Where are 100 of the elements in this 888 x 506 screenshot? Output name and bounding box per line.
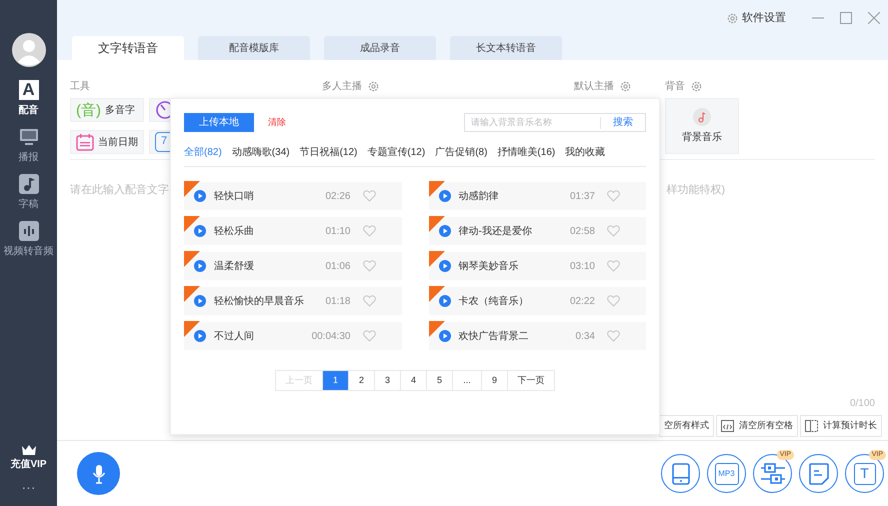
settings-icon[interactable] [368,80,379,92]
track-name: 钢琴美妙音乐 [458,260,520,274]
heart-icon[interactable] [607,330,620,342]
category-tab[interactable]: 抒情唯美(16) [497,145,556,160]
heart-icon[interactable] [362,295,376,307]
play-icon[interactable] [194,295,206,307]
play-icon[interactable] [438,330,450,342]
heart-icon[interactable] [607,295,620,307]
track-duration: 01:10 [325,224,350,238]
music-track-row[interactable]: 卡农（纯音乐） 02:22 [428,287,646,315]
microphone-button[interactable] [77,452,120,495]
heart-icon[interactable] [607,260,620,272]
vip-corner-icon [184,251,200,267]
settings-icon[interactable] [620,80,631,92]
vip-corner-icon [428,321,444,337]
sidebar-item[interactable]: 视频转音频 [4,221,54,259]
avatar[interactable] [12,33,46,67]
sidebar-item[interactable]: A 配音 [18,80,38,118]
feature-button[interactable] [799,454,838,493]
search-button[interactable]: 搜索 [600,116,645,128]
toggles-icon [760,462,784,484]
document-icon [808,462,828,484]
heart-icon[interactable] [607,225,620,237]
feature-button[interactable]: MP3 [707,454,746,493]
tool-button[interactable]: (音) 多音字 [70,98,144,122]
music-track-row[interactable]: 钢琴美妙音乐 03:10 [428,252,646,280]
heart-icon[interactable] [362,190,376,202]
play-icon[interactable] [438,225,450,237]
heart-icon[interactable] [607,190,620,202]
category-tab[interactable]: 广告促销(8) [435,145,488,160]
tab[interactable]: 文字转语音 [72,36,184,60]
play-icon[interactable] [194,225,206,237]
category-tab[interactable]: 专题宣传(12) [367,145,426,160]
calendar-icon [76,133,94,151]
track-duration: 03:10 [570,260,595,274]
music-track-row[interactable]: 动感韵律 01:37 [428,182,646,210]
page-button[interactable]: 9 [481,370,508,391]
next-page-button[interactable]: 下一页 [507,370,555,391]
upload-local-button[interactable]: 上传本地 [184,113,254,132]
heart-icon[interactable] [362,225,376,237]
settings-icon[interactable] [691,80,702,92]
close-icon[interactable] [868,12,880,24]
music-track-row[interactable]: 欢快广告背景二 0:34 [428,322,646,350]
play-icon[interactable] [194,330,206,342]
page-button[interactable]: ... [452,370,482,391]
category-tab[interactable]: 全部(82) [184,145,222,160]
track-name: 轻松愉快的早晨音乐 [214,294,305,308]
more-button[interactable]: ··· [22,480,36,494]
vip-corner-icon [428,286,444,302]
vip-corner-icon [184,286,200,302]
split-view-icon [805,420,818,432]
tab[interactable]: 配音模版库 [198,36,310,60]
text-box-icon: T [854,462,876,484]
track-name: 轻松乐曲 [214,224,255,238]
play-icon[interactable] [438,295,450,307]
vip-corner-icon [184,216,200,232]
category-tab[interactable]: 节日祝福(12) [300,145,358,160]
editor-tool-button[interactable]: 清空所有空格 [716,415,798,437]
tab[interactable]: 长文本转语音 [450,36,562,60]
music-track-row[interactable]: 不过人间 00:04:30 [184,322,402,350]
track-name: 轻快口哨 [214,190,255,204]
page-button[interactable]: 2 [348,370,375,391]
page-button[interactable]: 4 [400,370,427,391]
feature-button[interactable] [661,454,700,493]
play-icon[interactable] [194,260,206,272]
track-duration: 01:06 [325,260,350,274]
tab[interactable]: 成品录音 [324,36,436,60]
music-track-row[interactable]: 轻快口哨 02:26 [184,182,402,210]
page-button[interactable]: 3 [374,370,401,391]
play-icon[interactable] [438,260,450,272]
maximize-icon[interactable] [840,12,852,24]
tool-button[interactable]: 当前日期 [70,130,144,154]
track-name: 卡农（纯音乐） [458,294,530,308]
vip-corner-icon [428,181,444,197]
play-icon[interactable] [438,190,450,202]
track-duration: 00:04:30 [312,330,350,344]
music-track-row[interactable]: 轻松愉快的早晨音乐 01:18 [184,287,402,315]
page-button[interactable]: 5 [426,370,453,391]
editor-tool-button[interactable]: 空所有样式 [659,415,714,437]
editor-tool-button[interactable]: 计算预计时长 [800,415,882,437]
track-name: 欢快广告背景二 [458,330,530,344]
category-tab[interactable]: 我的收藏 [565,145,606,160]
category-tab[interactable]: 动感嗨歌(34) [232,145,290,160]
software-settings-button[interactable]: 软件设置 [727,10,786,26]
music-track-row[interactable]: 律动-我还是爱你 02:58 [428,217,646,245]
sidebar-item[interactable]: 播报 [18,127,38,165]
vip-button[interactable]: 充值VIP [10,444,47,472]
sidebar-item[interactable]: 字稿 [18,174,38,212]
page-button[interactable]: 1 [322,370,349,391]
heart-icon[interactable] [362,330,376,342]
music-track-row[interactable]: 温柔舒缓 01:06 [184,252,402,280]
music-note-icon [693,108,711,126]
music-track-row[interactable]: 轻松乐曲 01:10 [184,217,402,245]
vip-corner-icon [184,321,200,337]
clear-link[interactable]: 清除 [268,116,286,130]
background-music-card[interactable]: 背景音乐 [665,98,739,154]
search-field[interactable]: 请输入背景音乐名称 搜索 [464,113,646,132]
settings-icon[interactable] [727,12,738,24]
play-icon[interactable] [194,190,206,202]
heart-icon[interactable] [362,260,376,272]
